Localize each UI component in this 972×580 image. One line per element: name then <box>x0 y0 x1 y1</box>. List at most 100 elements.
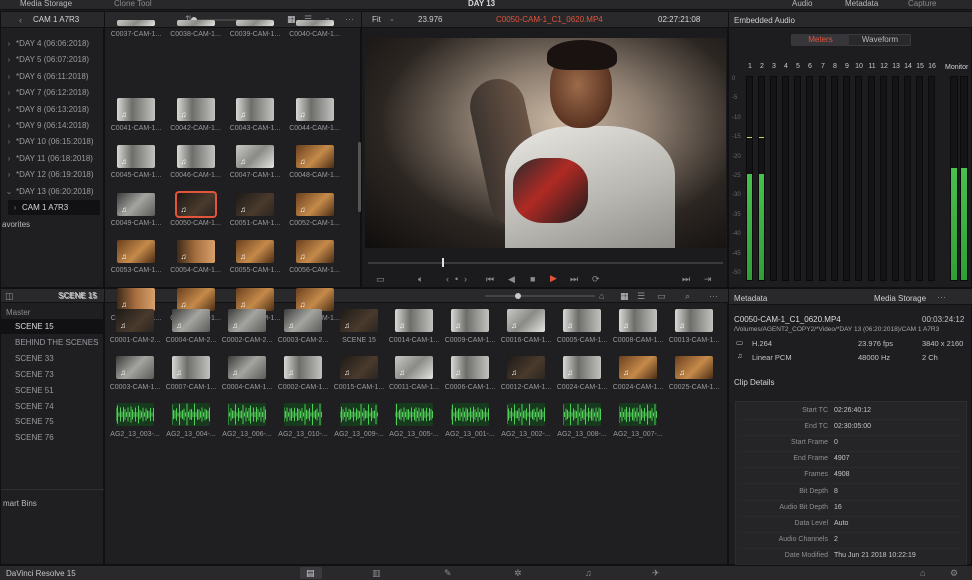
tab-waveform[interactable]: Waveform <box>850 34 910 46</box>
bin-item[interactable]: SCENE 15 <box>0 319 104 334</box>
chevron-icon[interactable]: › <box>2 118 16 133</box>
tree-item[interactable]: › *DAY 7 (06:12:2018) <box>2 85 102 100</box>
audio-waveform-thumbnail[interactable] <box>340 403 378 426</box>
play-reverse-icon[interactable]: ◀ <box>508 274 515 284</box>
clip-thumbnail[interactable]: ♫ <box>174 190 217 218</box>
volume-icon[interactable]: 🔈︎ <box>418 274 423 284</box>
home-icon[interactable]: ⌂ <box>920 568 925 578</box>
clip-thumbnail[interactable]: ♫ <box>295 240 334 263</box>
next-clip-icon[interactable]: ⏭ <box>682 274 690 284</box>
pool-zoom-handle[interactable] <box>515 293 521 299</box>
clip-thumbnail[interactable]: ♫ <box>236 145 274 168</box>
pool-list-view-icon[interactable]: ☰ <box>637 291 645 301</box>
fairlight-page-icon[interactable]: ♫ <box>585 568 592 578</box>
tree-item[interactable]: › *DAY 10 (06:15:2018) <box>2 134 102 149</box>
media-page-icon[interactable]: ▤ <box>306 568 315 578</box>
bin-item[interactable]: SCENE 74 <box>0 399 104 414</box>
clip-thumbnail[interactable]: ♫ <box>176 240 215 263</box>
pool-clip-thumbnail[interactable]: ♫ <box>172 309 210 332</box>
clip-thumbnail[interactable] <box>176 20 215 26</box>
pool-clip-thumbnail[interactable]: ♫ <box>228 309 266 332</box>
chevron-icon[interactable]: › <box>2 151 16 166</box>
clip-thumbnail[interactable]: ♫ <box>176 97 215 121</box>
audio-waveform-thumbnail[interactable] <box>451 403 489 426</box>
pool-clip-thumbnail[interactable]: ♫ <box>675 356 713 379</box>
cut-page-icon[interactable]: ▥ <box>372 568 381 578</box>
pool-clip-thumbnail[interactable]: ♫ <box>619 309 657 332</box>
pool-clip-thumbnail[interactable]: ♫ <box>284 356 322 379</box>
chevron-icon[interactable]: › <box>2 134 16 149</box>
more-options-icon[interactable]: ··· <box>345 14 354 24</box>
pool-clip-thumbnail[interactable]: ♫ <box>228 356 266 379</box>
pool-clip-thumbnail[interactable]: ♫ <box>507 356 545 379</box>
video-frame[interactable] <box>365 38 726 248</box>
pool-clip-thumbnail[interactable]: ♫ <box>619 356 657 379</box>
pool-clip-thumbnail[interactable]: ♫ <box>116 309 154 332</box>
settings-gear-icon[interactable]: ⚙ <box>950 568 958 578</box>
audio-waveform-thumbnail[interactable] <box>284 403 322 426</box>
pool-clip-thumbnail[interactable]: ♫ <box>395 309 433 332</box>
fusion-page-icon[interactable]: ✲ <box>514 568 522 578</box>
tree-item[interactable]: › *DAY 8 (06:13:2018) <box>2 102 102 117</box>
clip-thumbnail[interactable]: ♫ <box>117 145 155 168</box>
pool-clip-thumbnail[interactable]: ♫ <box>395 356 433 379</box>
pool-clip-thumbnail[interactable]: ♫ <box>507 309 545 332</box>
clip-thumbnail[interactable]: ♫ <box>236 287 274 311</box>
chevron-icon[interactable]: › <box>2 102 16 117</box>
clip-thumbnail[interactable]: ♫ <box>176 145 215 168</box>
clip-thumbnail[interactable]: ♫ <box>295 287 334 311</box>
tree-item[interactable]: › CAM 1 A7R3 <box>8 200 100 215</box>
tab-meters[interactable]: Meters <box>792 34 849 46</box>
clip-thumbnail[interactable] <box>117 20 155 26</box>
clip-thumbnail[interactable]: ♫ <box>295 145 334 168</box>
pool-clip-thumbnail[interactable]: ♫ <box>172 356 210 379</box>
chevron-icon[interactable]: › <box>2 69 16 84</box>
metadata-panel-toggle[interactable]: Metadata <box>845 0 878 8</box>
scrubber-bar[interactable] <box>368 262 723 264</box>
clip-thumbnail[interactable]: ♫ <box>117 287 155 311</box>
audio-waveform-thumbnail[interactable] <box>619 403 657 426</box>
tree-item[interactable]: › *DAY 4 (06:06:2018) <box>2 36 102 51</box>
jog-left-icon[interactable]: ‹ <box>446 274 449 284</box>
chevron-icon[interactable]: ⌄ <box>2 184 16 199</box>
play-icon[interactable]: ▶ <box>550 273 557 283</box>
pool-clip-thumbnail[interactable]: ♫ <box>563 356 601 379</box>
tree-item[interactable]: › *DAY 6 (06:11:2018) <box>2 69 102 84</box>
pool-clip-thumbnail[interactable]: ♫ <box>563 309 601 332</box>
clip-thumbnail[interactable]: ♫ <box>295 192 334 216</box>
pool-clip-thumbnail[interactable]: ♫ <box>451 356 489 379</box>
zoom-fit-dropdown[interactable]: Fit <box>372 15 381 24</box>
tree-item[interactable]: › *DAY 5 (06:07:2018) <box>2 52 102 67</box>
audio-waveform-thumbnail[interactable] <box>116 403 154 426</box>
bin-item[interactable]: SCENE 76 <box>0 430 104 445</box>
chevron-icon[interactable]: › <box>2 52 16 67</box>
clip-thumbnail[interactable]: ♫ <box>236 240 274 263</box>
audio-waveform-thumbnail[interactable] <box>172 403 210 426</box>
clip-thumbnail[interactable]: ♫ <box>295 97 334 121</box>
tree-item[interactable]: › *DAY 12 (06:19:2018) <box>2 167 102 182</box>
capture-panel-toggle[interactable]: Capture <box>908 0 936 8</box>
pool-clip-thumbnail[interactable]: ♫ <box>451 309 489 332</box>
bin-item[interactable]: SCENE 75 <box>0 414 104 429</box>
pool-grid-view-icon[interactable]: ▦ <box>620 291 629 301</box>
metadata-more-icon[interactable]: ··· <box>937 292 946 302</box>
pool-clip-thumbnail[interactable]: ♫ <box>116 356 154 379</box>
clip-thumbnail[interactable]: ♫ <box>176 287 215 311</box>
back-icon[interactable]: ‹ <box>19 15 22 25</box>
clip-thumbnail[interactable]: ♫ <box>117 240 155 263</box>
media-storage-tab[interactable]: Media Storage <box>20 0 72 8</box>
tag-icon[interactable]: ⌂ <box>599 291 604 301</box>
jog-right-icon[interactable]: › <box>464 274 467 284</box>
chevron-down-icon[interactable]: ⌄ <box>389 15 395 25</box>
playhead[interactable] <box>442 258 444 267</box>
tree-item[interactable]: › *DAY 9 (06:14:2018) <box>2 118 102 133</box>
deliver-page-icon[interactable]: ✈ <box>652 568 660 578</box>
edit-page-icon[interactable]: ✎ <box>444 568 452 578</box>
stop-icon[interactable]: ■ <box>530 274 535 284</box>
bin-item[interactable]: BEHIND THE SCENES <box>0 335 104 350</box>
pool-clip-thumbnail[interactable]: ♫ <box>675 309 713 332</box>
clone-tool-tab[interactable]: Clone Tool <box>114 0 152 8</box>
pool-clip-thumbnail[interactable]: ♫ <box>284 309 322 332</box>
audio-panel-toggle[interactable]: Audio <box>792 0 812 8</box>
clip-thumbnail[interactable]: ♫ <box>117 97 155 121</box>
